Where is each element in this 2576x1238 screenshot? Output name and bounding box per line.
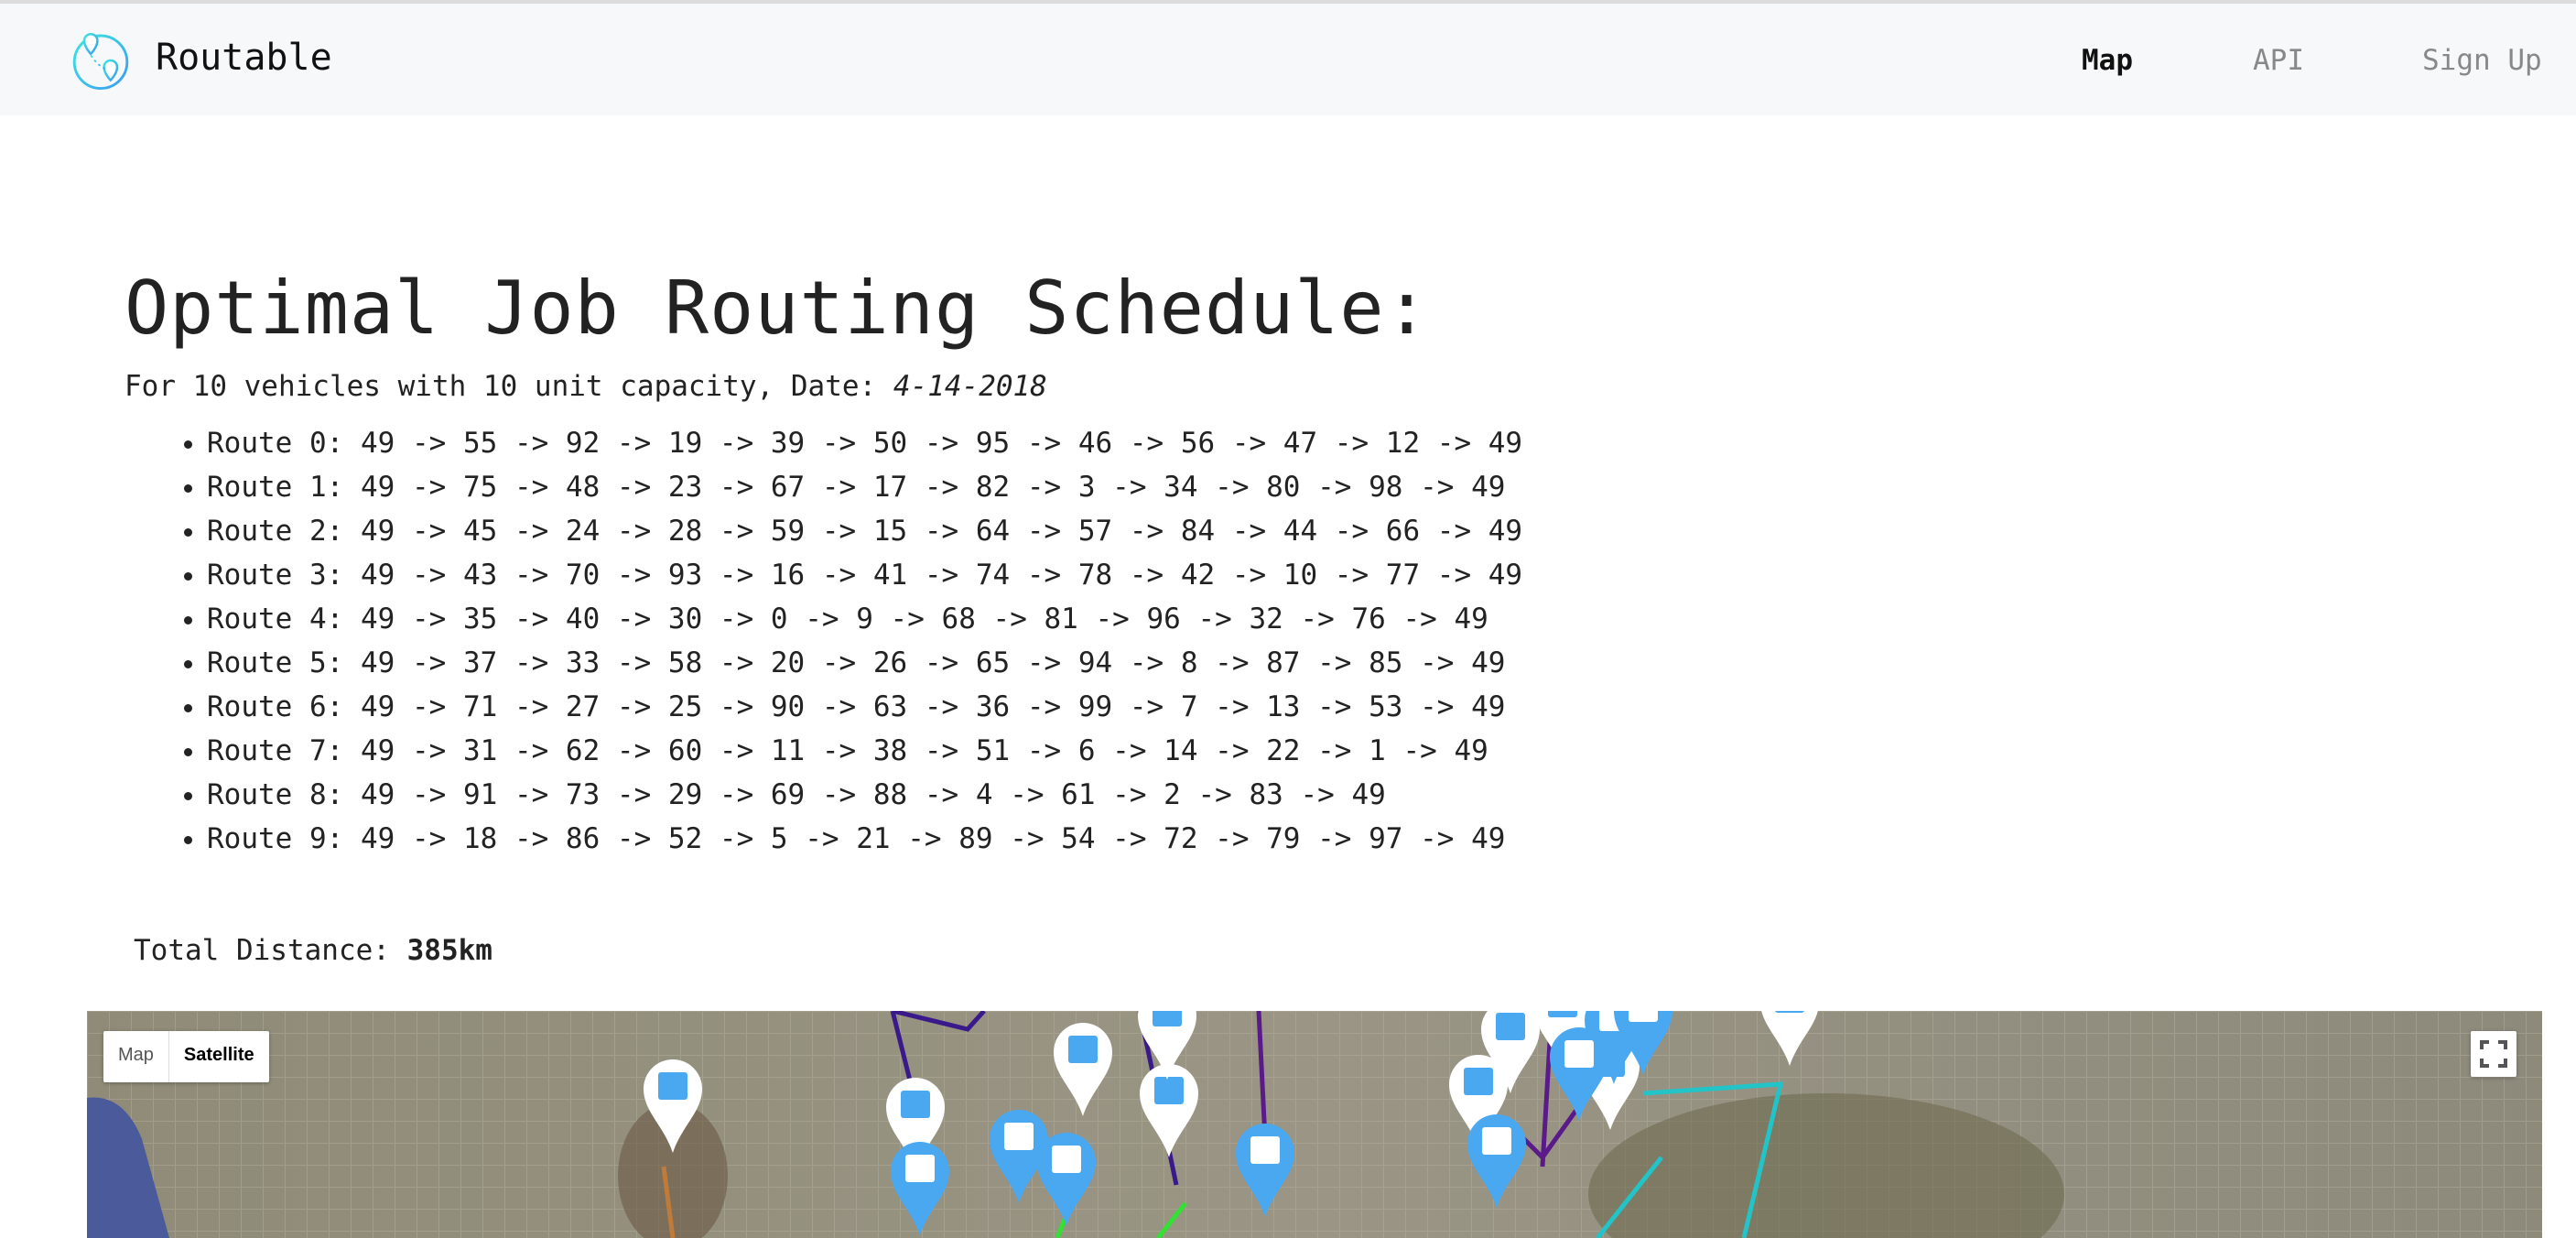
map-type-control: Map Satellite [103,1031,269,1082]
route-item: Route 1: 49 -> 75 -> 48 -> 23 -> 67 -> 1… [207,465,1522,509]
route-map[interactable]: Map Satellite [87,1011,2542,1238]
package-icon [1250,1136,1280,1164]
satellite-imagery [87,1011,2542,1238]
package-icon [1052,1146,1081,1173]
route-item: Route 4: 49 -> 35 -> 40 -> 30 -> 0 -> 9 … [207,597,1522,641]
package-icon [1068,1036,1098,1063]
fullscreen-icon [2480,1040,2507,1068]
package-icon [1496,1013,1525,1040]
route-item: Route 2: 49 -> 45 -> 24 -> 28 -> 59 -> 1… [207,509,1522,553]
route-item: Route 5: 49 -> 37 -> 33 -> 58 -> 20 -> 2… [207,641,1522,685]
package-icon [1629,1011,1658,1022]
total-distance-label: Total Distance: [134,934,407,967]
route-list: Route 0: 49 -> 55 -> 92 -> 19 -> 39 -> 5… [207,421,1522,861]
map-type-map-button[interactable]: Map [103,1031,168,1082]
route-item: Route 8: 49 -> 91 -> 73 -> 29 -> 69 -> 8… [207,773,1522,817]
subtitle-text: For 10 vehicles with 10 unit capacity, D… [124,370,893,403]
package-icon [658,1072,687,1100]
page-title: Optimal Job Routing Schedule: [124,266,1430,351]
total-distance: Total Distance: 385km [134,934,492,967]
schedule-date: 4-14-2018 [893,370,1047,403]
package-icon [901,1091,930,1118]
route-item: Route 3: 49 -> 43 -> 70 -> 93 -> 16 -> 4… [207,553,1522,597]
package-icon [1464,1068,1493,1095]
route-item: Route 0: 49 -> 55 -> 92 -> 19 -> 39 -> 5… [207,421,1522,465]
brand-name[interactable]: Routable [156,37,332,79]
package-icon [1004,1123,1034,1150]
nav-api[interactable]: API [2253,44,2304,77]
route-item: Route 6: 49 -> 71 -> 27 -> 25 -> 90 -> 6… [207,685,1522,729]
package-icon [905,1155,935,1182]
package-icon [1482,1127,1511,1155]
fullscreen-button[interactable] [2471,1031,2516,1077]
package-icon [1564,1040,1594,1068]
globe-route-logo-icon[interactable] [68,27,134,93]
package-icon [1775,1011,1804,1013]
map-type-satellite-button[interactable]: Satellite [168,1031,269,1082]
route-item: Route 7: 49 -> 31 -> 62 -> 60 -> 11 -> 3… [207,729,1522,773]
package-icon [1548,1011,1577,1017]
package-icon [1153,1011,1182,1026]
route-item: Route 9: 49 -> 18 -> 86 -> 52 -> 5 -> 21… [207,817,1522,861]
package-icon [1154,1077,1184,1104]
total-distance-value: 385km [406,934,492,967]
subtitle: For 10 vehicles with 10 unit capacity, D… [124,370,1047,403]
nav-sign-up[interactable]: Sign Up [2422,44,2542,77]
nav-map[interactable]: Map [2082,44,2133,77]
navbar: Routable Map API Sign Up [0,4,2576,115]
